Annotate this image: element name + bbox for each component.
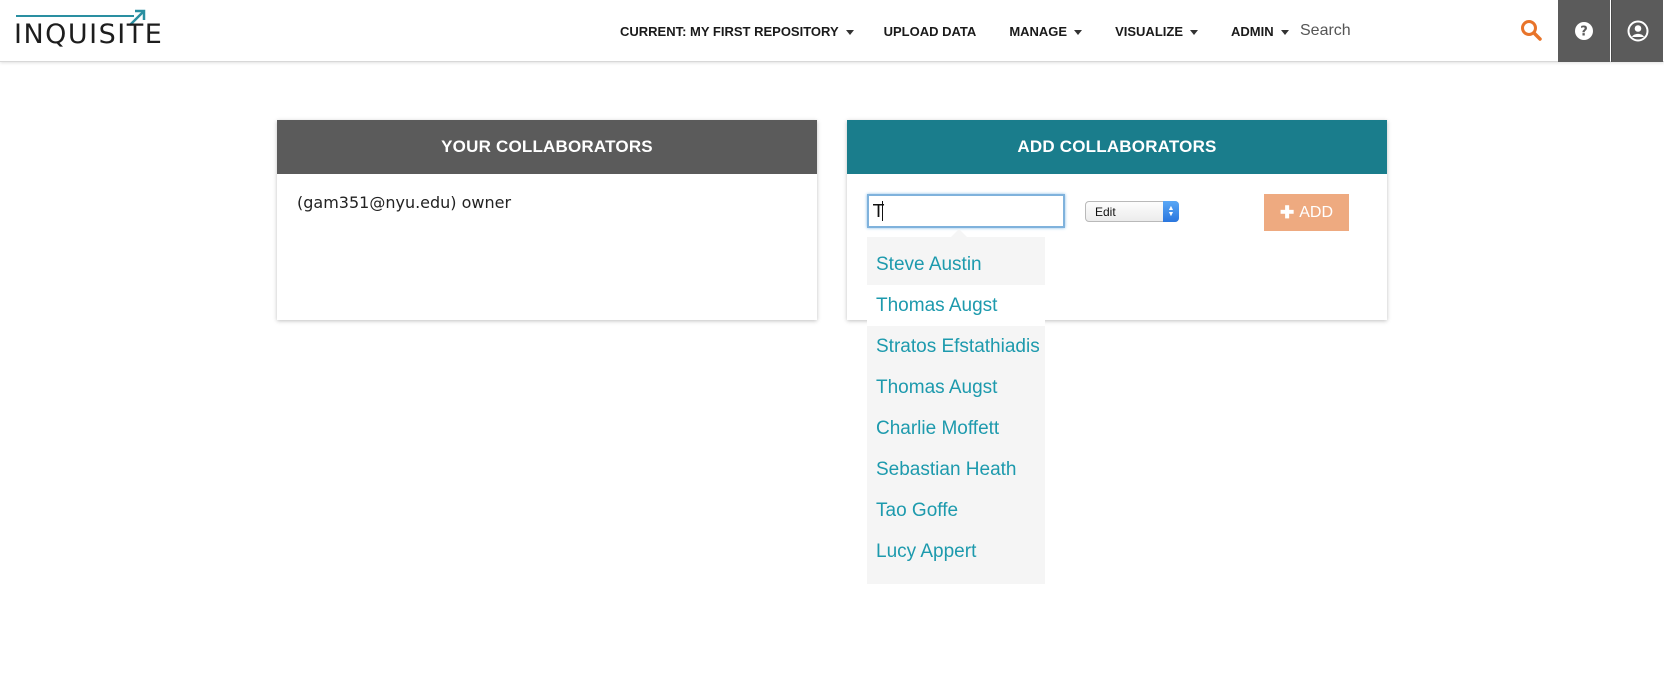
suggestion-item[interactable]: Thomas Augst bbox=[867, 285, 1045, 326]
chevron-down-icon bbox=[1280, 29, 1289, 35]
collaborator-owner-entry: (gam351@nyu.edu) owner bbox=[297, 193, 512, 212]
user-account-button[interactable] bbox=[1611, 0, 1663, 62]
nav-visualize-label: VISUALIZE bbox=[1115, 23, 1183, 39]
nav-admin[interactable]: ADMIN bbox=[1231, 24, 1289, 39]
your-collaborators-title: YOUR COLLABORATORS bbox=[277, 120, 817, 174]
nav-admin-label: ADMIN bbox=[1231, 23, 1274, 39]
suggestion-item[interactable]: Sebastian Heath bbox=[867, 449, 1045, 490]
text-cursor bbox=[882, 201, 883, 221]
nav-upload-data-label: UPLOAD DATA bbox=[883, 23, 977, 39]
suggestion-item[interactable]: Steve Austin bbox=[867, 244, 1045, 285]
add-button-label: ADD bbox=[1299, 203, 1334, 221]
svg-text:?: ? bbox=[1580, 25, 1588, 40]
collaborator-search-input[interactable] bbox=[867, 194, 1065, 228]
nav-visualize[interactable]: VISUALIZE bbox=[1115, 24, 1198, 39]
top-navbar: INQUISITE CURRENT: MY FIRST REPOSITORY U… bbox=[0, 0, 1664, 62]
role-select[interactable]: Edit ▲ ▼ bbox=[1085, 201, 1179, 222]
help-button[interactable]: ? bbox=[1558, 0, 1610, 62]
logo-underline bbox=[16, 15, 134, 17]
nav-manage-label: MANAGE bbox=[1009, 23, 1068, 39]
user-circle-icon bbox=[1627, 20, 1648, 42]
logo-text: INQUISITE bbox=[14, 19, 164, 50]
nav-current-repository-label: CURRENT: MY FIRST REPOSITORY bbox=[620, 23, 839, 39]
your-collaborators-panel: YOUR COLLABORATORS (gam351@nyu.edu) owne… bbox=[277, 120, 817, 320]
add-collaborator-button[interactable]: ✚ ADD bbox=[1264, 194, 1349, 231]
main-nav: CURRENT: MY FIRST REPOSITORY UPLOAD DATA… bbox=[620, 0, 1289, 62]
nav-manage[interactable]: MANAGE bbox=[1009, 23, 1083, 39]
dropdown-notch bbox=[951, 229, 967, 237]
question-circle-icon: ? bbox=[1575, 22, 1593, 40]
suggestion-item[interactable]: Stratos Efstathiadis bbox=[867, 326, 1045, 367]
nav-current-repository[interactable]: CURRENT: MY FIRST REPOSITORY bbox=[620, 24, 854, 39]
suggestion-item[interactable]: Lucy Appert bbox=[867, 531, 1045, 572]
suggestion-item[interactable]: Tao Goffe bbox=[867, 490, 1045, 531]
chevron-down-icon bbox=[1074, 29, 1083, 35]
suggestion-item[interactable]: Charlie Moffett bbox=[867, 408, 1045, 449]
add-collaborators-title: ADD COLLABORATORS bbox=[847, 120, 1387, 174]
suggestion-item[interactable]: Thomas Augst bbox=[867, 367, 1045, 408]
nav-upload-data[interactable]: UPLOAD DATA bbox=[884, 24, 977, 39]
inquisite-logo[interactable]: INQUISITE bbox=[14, 8, 162, 52]
select-arrows-icon: ▲ ▼ bbox=[1163, 201, 1179, 222]
chevron-down-icon bbox=[845, 29, 854, 35]
chevron-down-icon bbox=[1190, 29, 1198, 35]
collaborator-suggestions-dropdown: Steve Austin Thomas Augst Stratos Efstat… bbox=[867, 237, 1045, 584]
search-icon[interactable] bbox=[1519, 18, 1543, 42]
role-select-value: Edit bbox=[1095, 204, 1116, 219]
plus-icon: ✚ bbox=[1279, 202, 1295, 222]
search-input[interactable] bbox=[1300, 14, 1520, 48]
